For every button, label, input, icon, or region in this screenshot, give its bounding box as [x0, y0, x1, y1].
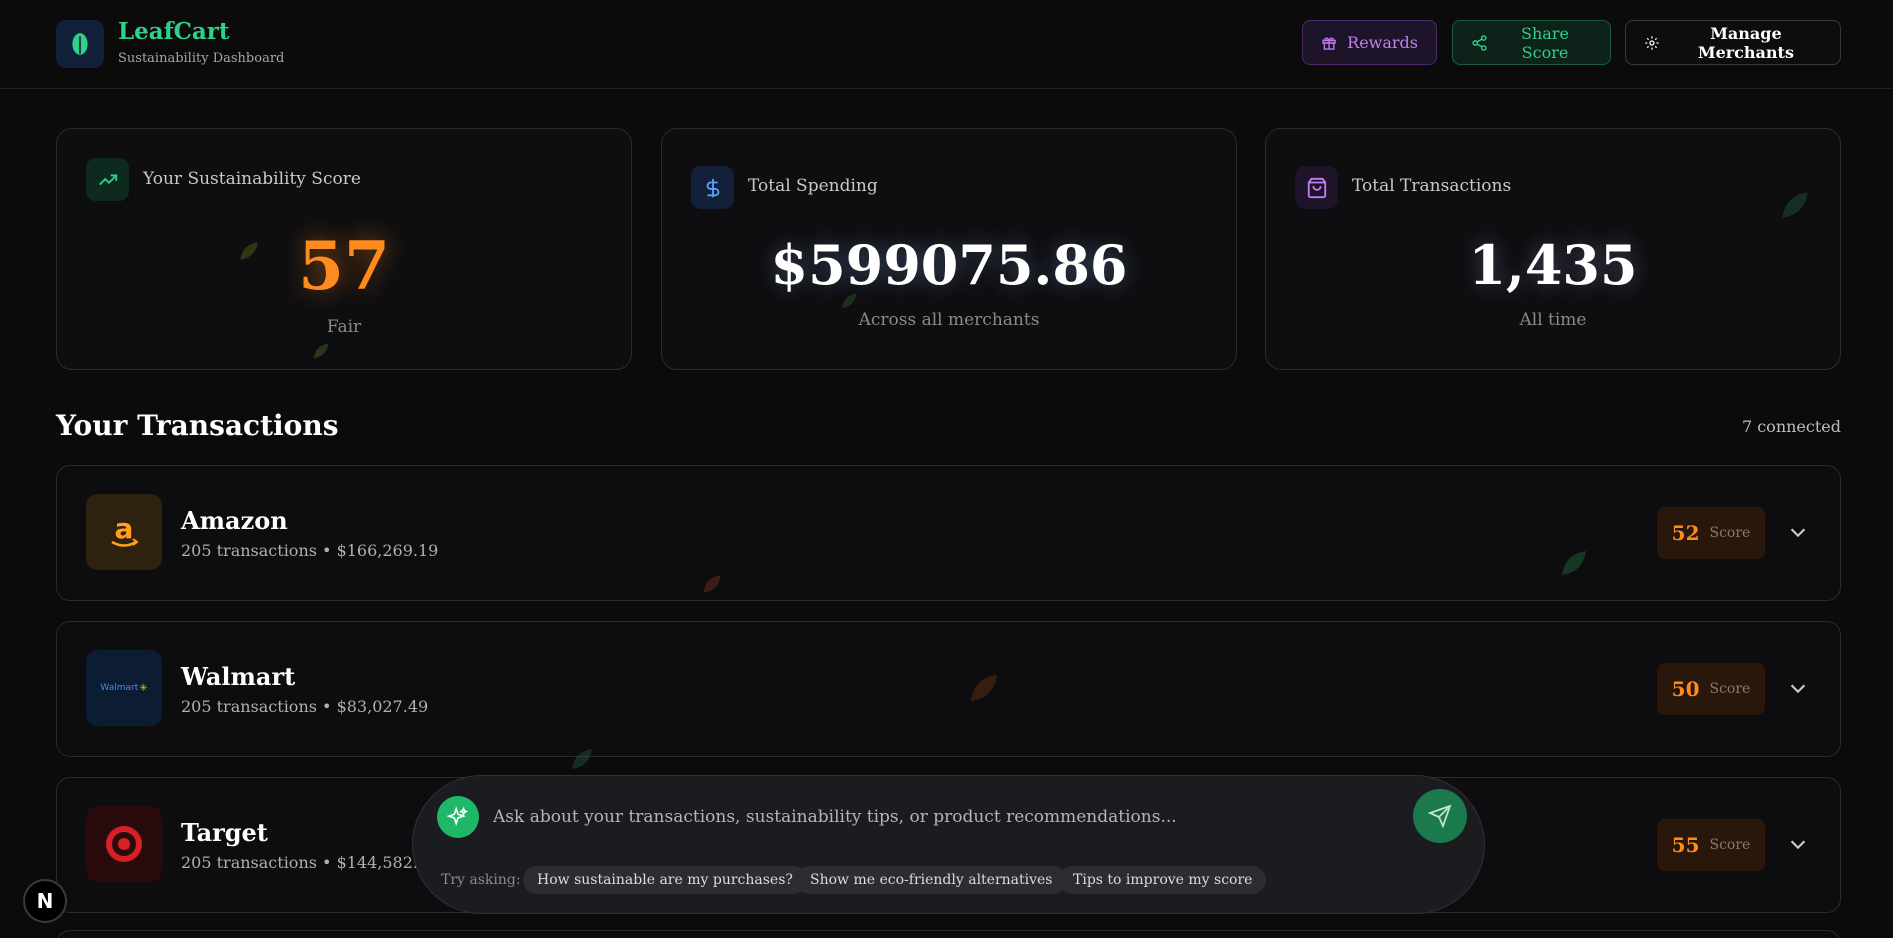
score-label: Your Sustainability Score	[143, 169, 361, 189]
send-button[interactable]	[1413, 789, 1467, 843]
score-word: Score	[1709, 837, 1751, 853]
connected-count: 7 connected	[1741, 417, 1841, 436]
spending-label: Total Spending	[748, 176, 878, 196]
merchant-meta: 205 transactions • $83,027.49	[181, 697, 429, 716]
leaf-icon	[313, 343, 329, 359]
leaf-icon	[572, 749, 592, 769]
walmart-logo: Walmart ✳	[86, 650, 162, 726]
ai-chat-bar: Try asking: How sustainable are my purch…	[412, 775, 1485, 914]
merchant-name: Target	[181, 818, 268, 847]
spending-sub: Across all merchants	[858, 310, 1040, 330]
transactions-sub: All time	[1519, 310, 1587, 330]
gift-icon	[1322, 37, 1336, 50]
merchant-score-badge: 50 Score	[1657, 663, 1765, 715]
merchant-name: Amazon	[181, 506, 288, 535]
leaf-icon	[703, 575, 721, 593]
merchant-meta: 205 transactions • $144,582.14	[181, 853, 439, 872]
leaf-icon	[1782, 192, 1808, 218]
gear-icon	[1645, 35, 1659, 50]
merchant-score-badge: 52 Score	[1657, 507, 1765, 559]
total-transactions-card: Total Transactions 1,435 All time	[1265, 128, 1841, 370]
suggestion-chip[interactable]: How sustainable are my purchases?	[523, 866, 807, 894]
manage-merchants-label: Manage Merchants	[1697, 23, 1794, 62]
shopping-bag-icon	[1295, 166, 1338, 209]
send-icon	[1428, 804, 1452, 828]
merchant-row-partial[interactable]	[56, 930, 1841, 938]
merchant-name: Walmart	[181, 662, 296, 691]
share-score-label: Share Score	[1521, 23, 1569, 62]
merchant-score-badge: 55 Score	[1657, 819, 1765, 871]
score-word: Score	[1709, 525, 1751, 541]
top-header: LeafCart Sustainability Dashboard Reward…	[0, 0, 1893, 89]
share-score-button[interactable]: Share Score	[1452, 20, 1611, 65]
leaf-icon	[970, 674, 998, 702]
merchant-row-walmart[interactable]: Walmart ✳ Walmart 205 transactions • $83…	[56, 621, 1841, 757]
score-value: 57	[298, 227, 390, 305]
chevron-down-icon[interactable]	[1787, 677, 1809, 699]
trending-up-icon	[86, 158, 129, 201]
merchant-meta: 205 transactions • $166,269.19	[181, 541, 439, 560]
nextjs-dev-badge[interactable]: N	[23, 879, 67, 923]
total-spending-card: Total Spending $599075.86 Across all mer…	[661, 128, 1237, 370]
chevron-down-icon[interactable]	[1787, 521, 1809, 543]
svg-text:a: a	[115, 512, 134, 545]
amazon-logo: a	[86, 494, 162, 570]
leaf-icon	[1562, 551, 1586, 575]
chat-input[interactable]	[493, 798, 1393, 836]
transactions-label: Total Transactions	[1352, 176, 1512, 196]
transactions-title: Your Transactions	[56, 409, 339, 442]
sustainability-score-card: Your Sustainability Score 57 Fair	[56, 128, 632, 370]
spending-value: $599075.86	[770, 233, 1128, 297]
share-icon	[1472, 34, 1487, 51]
rewards-button[interactable]: Rewards	[1302, 20, 1437, 65]
brand-logo	[56, 20, 104, 68]
leaf-icon	[72, 33, 88, 55]
walmart-logo-text: Walmart	[100, 683, 139, 693]
leaf-icon	[240, 242, 258, 260]
try-asking-label: Try asking:	[441, 872, 521, 888]
suggestion-chip[interactable]: Tips to improve my score	[1059, 866, 1267, 894]
transactions-value: 1,435	[1468, 233, 1638, 297]
merchant-score: 50	[1671, 677, 1700, 701]
suggestion-chip[interactable]: Show me eco-friendly alternatives	[796, 866, 1067, 894]
leaf-icon	[841, 293, 857, 309]
rewards-label: Rewards	[1347, 33, 1418, 52]
chevron-down-icon[interactable]	[1787, 833, 1809, 855]
dollar-icon	[691, 166, 734, 209]
score-word: Score	[1709, 681, 1751, 697]
manage-merchants-button[interactable]: Manage Merchants	[1625, 20, 1841, 65]
sparkles-icon	[437, 796, 479, 838]
merchant-score: 52	[1671, 521, 1700, 545]
brand-title: LeafCart	[118, 18, 230, 45]
merchant-score: 55	[1671, 833, 1700, 857]
spark-icon: ✳	[139, 682, 148, 694]
brand-subtitle: Sustainability Dashboard	[118, 51, 285, 66]
target-logo	[86, 806, 162, 882]
score-rating: Fair	[326, 317, 362, 337]
